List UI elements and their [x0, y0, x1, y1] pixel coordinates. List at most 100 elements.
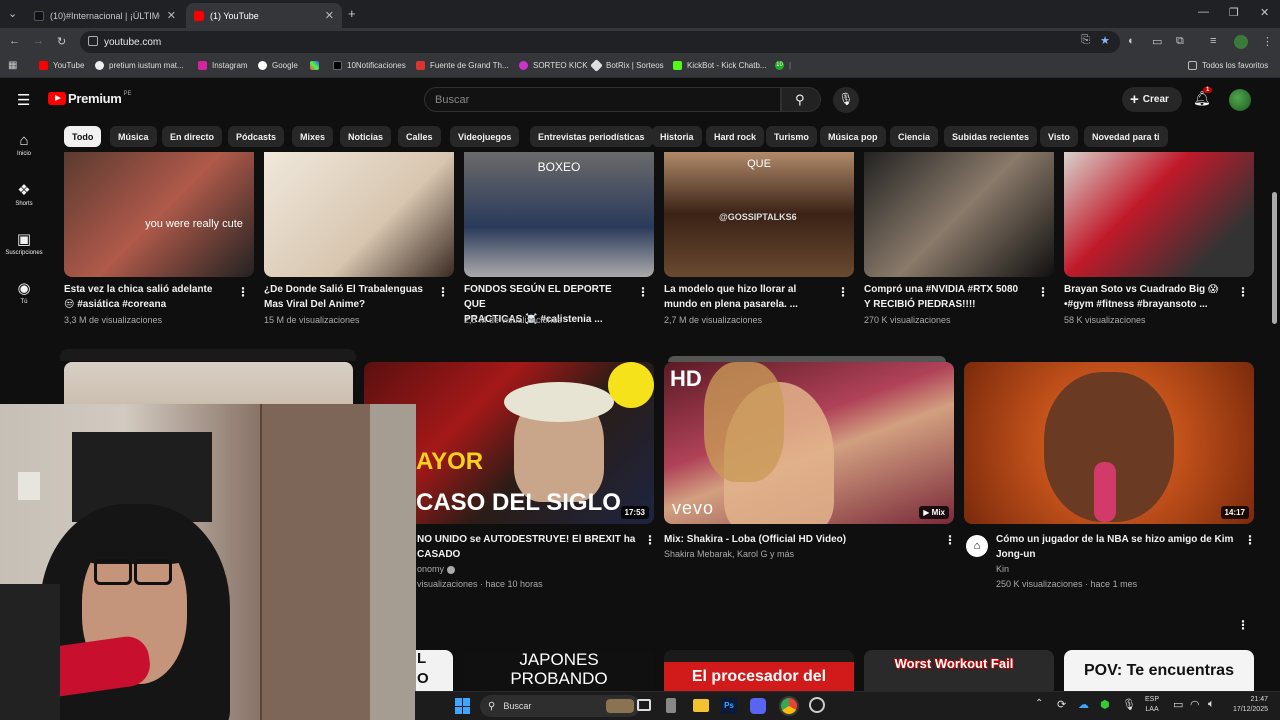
extension-icon[interactable]: ◐: [1128, 35, 1135, 47]
sidebar-item-shorts[interactable]: ❖ Shorts: [0, 181, 48, 207]
wifi-icon[interactable]: ◠: [1190, 698, 1200, 711]
file-explorer-icon[interactable]: [693, 699, 709, 712]
short-thumbnail[interactable]: [1064, 152, 1254, 277]
more-options-icon[interactable]: ⋮: [944, 533, 956, 547]
maximize-icon[interactable]: ❐: [1229, 6, 1239, 19]
chip-7[interactable]: Videojuegos: [450, 126, 520, 147]
chip-8[interactable]: Entrevistas periodísticas: [530, 126, 653, 147]
close-window-icon[interactable]: ✕: [1260, 6, 1269, 19]
hamburger-menu-icon[interactable]: ☰: [17, 91, 30, 109]
video-thumbnail[interactable]: JAPONES PROBANDO: [464, 650, 654, 692]
short-thumbnail[interactable]: QUE @GOSSIPTALKS6: [664, 152, 854, 277]
new-tab-button[interactable]: +: [348, 6, 356, 21]
taskbar-search[interactable]: ⚲ Buscar: [480, 695, 640, 717]
video-thumbnail[interactable]: Worst Workout Fail: [864, 650, 1054, 692]
bookmark-ten[interactable]: 10 |: [775, 61, 791, 70]
chip-13[interactable]: Ciencia: [890, 126, 939, 147]
search-input[interactable]: Buscar: [424, 87, 781, 112]
reload-icon[interactable]: ↻: [57, 35, 66, 48]
short-thumbnail[interactable]: BOXEO: [464, 152, 654, 277]
close-icon[interactable]: ✕: [167, 9, 176, 22]
chip-14[interactable]: Subidas recientes: [944, 126, 1038, 147]
bookmark-kickbot[interactable]: KickBot - Kick Chatb...: [673, 61, 767, 70]
photoshop-icon[interactable]: Ps: [721, 698, 737, 714]
channel-avatar[interactable]: ⌂: [966, 535, 988, 557]
video-thumbnail-nba[interactable]: 14:17: [964, 362, 1254, 524]
more-options-icon[interactable]: ⋮: [437, 285, 449, 299]
video-thumbnail[interactable]: L O: [415, 650, 453, 692]
minimize-icon[interactable]: —: [1198, 6, 1209, 18]
apps-grid-icon[interactable]: ▦: [8, 60, 17, 71]
chip-0[interactable]: Todo: [64, 126, 102, 147]
tab-internacional[interactable]: (10)#Internacional | ¡ÚLTIMO M ✕: [26, 3, 184, 28]
tab-youtube[interactable]: (1) YouTube ✕: [186, 3, 342, 28]
bookmark-pretium[interactable]: pretium iustum mat...: [95, 61, 184, 70]
chip-5[interactable]: Noticias: [340, 126, 392, 147]
bookmark-google[interactable]: Google: [258, 61, 298, 70]
short-thumbnail[interactable]: you were really cute: [64, 152, 254, 277]
tray-app-icon[interactable]: ⟳: [1057, 698, 1066, 711]
search-button[interactable]: ⚲: [781, 87, 821, 112]
volume-icon[interactable]: 🔈︎: [1208, 698, 1215, 711]
more-options-icon[interactable]: ⋮: [837, 285, 849, 299]
channel-name[interactable]: Shakira Mebarak, Karol G y más: [664, 547, 794, 561]
bookmark-youtube[interactable]: YouTube: [39, 61, 84, 70]
short-title[interactable]: La modelo que hizo llorar al mundo en ple…: [664, 282, 834, 312]
language-indicator[interactable]: ESP LAA: [1145, 695, 1159, 715]
onedrive-icon[interactable]: ☁: [1078, 698, 1089, 711]
video-thumbnail-shakira[interactable]: HD vevo ▶ Mix: [664, 362, 954, 524]
cast-icon[interactable]: ⎘: [1081, 34, 1090, 47]
notifications-button[interactable]: 🔔︎ 1: [1193, 87, 1213, 107]
more-options-icon[interactable]: ⋮: [644, 533, 656, 547]
close-icon[interactable]: ✕: [325, 9, 334, 22]
bookmark-instagram[interactable]: Instagram: [198, 61, 248, 70]
chrome-icon[interactable]: [779, 696, 799, 716]
bookmark-colorful[interactable]: [310, 61, 324, 70]
section-more-options-icon[interactable]: ⋮: [1237, 618, 1249, 632]
chip-10[interactable]: Hard rock: [706, 126, 765, 147]
obs-icon[interactable]: [809, 697, 825, 713]
sidebar-item-suscripciones[interactable]: ▣ Suscripciones: [0, 230, 48, 256]
short-thumbnail[interactable]: [264, 152, 454, 277]
create-button[interactable]: + Crear: [1122, 87, 1182, 112]
tab-list-icon[interactable]: ⌄: [8, 7, 17, 20]
short-title[interactable]: Compró una #NVIDIA #RTX 5080 Y RECIBIÓ PI…: [864, 282, 1034, 312]
more-options-icon[interactable]: ⋮: [637, 285, 649, 299]
chip-12[interactable]: Música pop: [820, 126, 886, 147]
video-title[interactable]: NO UNIDO se AUTODESTRUYE! El BREXIT ha CA…: [417, 532, 637, 562]
short-title[interactable]: ¿De Donde Salió El Trabalenguas Mas Viral…: [264, 282, 434, 312]
bookmark-star-icon[interactable]: ★: [1100, 34, 1110, 47]
channel-name[interactable]: Kin: [996, 562, 1009, 576]
account-avatar[interactable]: [1229, 89, 1251, 111]
short-thumbnail[interactable]: [864, 152, 1054, 277]
youtube-logo[interactable]: Premium PE: [48, 91, 132, 106]
sidebar-item-tu[interactable]: ◉ Tú: [0, 279, 48, 305]
chip-11[interactable]: Turismo: [766, 126, 817, 147]
extensions-puzzle-icon[interactable]: ⧉: [1176, 35, 1184, 48]
forward-icon[interactable]: →: [33, 35, 44, 47]
voice-search-button[interactable]: 🎙: [833, 87, 859, 113]
back-icon[interactable]: ←: [9, 35, 20, 47]
video-thumbnail[interactable]: El procesador del: [664, 650, 854, 692]
clock[interactable]: 21:47 17/12/2025: [1223, 695, 1268, 715]
chip-4[interactable]: Mixes: [292, 126, 334, 147]
more-options-icon[interactable]: ⋮: [1237, 285, 1249, 299]
app-icon[interactable]: [666, 698, 676, 713]
more-options-icon[interactable]: ⋮: [1244, 533, 1256, 547]
all-bookmarks-folder[interactable]: Todos los favoritos: [1188, 61, 1268, 70]
more-options-icon[interactable]: ⋮: [237, 285, 249, 299]
sidebar-item-inicio[interactable]: ⌂ Inicio: [0, 132, 48, 157]
address-bar[interactable]: youtube.com ⎘ ★: [80, 31, 1120, 53]
more-options-icon[interactable]: ⋮: [1037, 285, 1049, 299]
bookmark-botrix[interactable]: BotRix | Sorteos: [590, 59, 664, 72]
chip-15[interactable]: Visto: [1040, 126, 1078, 147]
short-title[interactable]: Brayan Soto vs Cuadrado Big 😱 •#gym #fitn…: [1064, 282, 1234, 312]
security-icon[interactable]: ⬢: [1100, 698, 1110, 711]
bookmark-sorteo-kick[interactable]: SORTEO KICK: [519, 61, 588, 70]
extension-icon[interactable]: ▭: [1152, 35, 1162, 48]
short-title[interactable]: Esta vez la chica salió adelante 😒 #asiát…: [64, 282, 234, 312]
mic-tray-icon[interactable]: 🎙: [1122, 698, 1136, 711]
windows-start-icon[interactable]: [455, 698, 471, 714]
bookmark-x[interactable]: 10Notificaciones: [333, 61, 406, 70]
site-info-icon[interactable]: [88, 36, 98, 46]
